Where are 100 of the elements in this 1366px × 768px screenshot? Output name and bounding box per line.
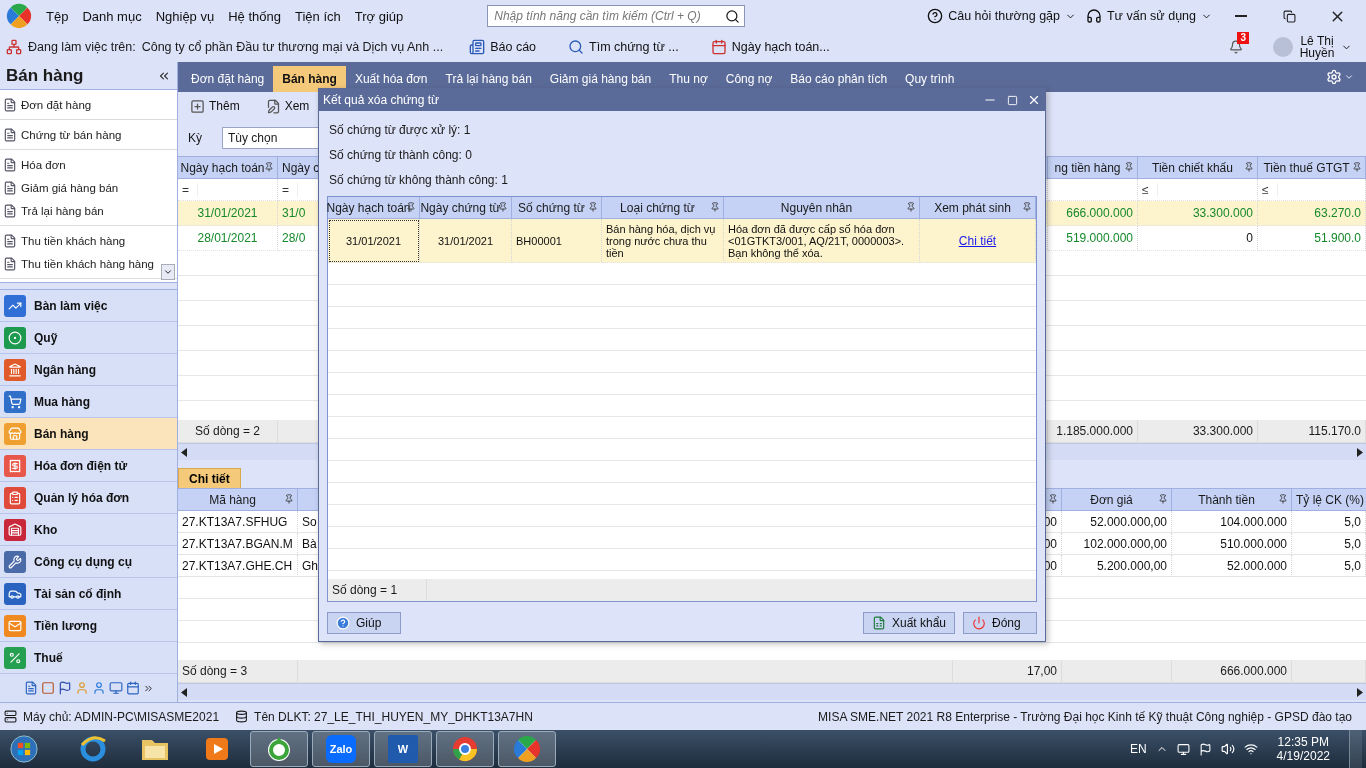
menu-item[interactable]: Tệp	[40, 4, 75, 28]
module-tab[interactable]: Thu nợ	[660, 66, 717, 92]
app-logo-icon[interactable]	[6, 3, 32, 29]
export-button[interactable]: Xuất khẩu	[862, 612, 955, 634]
module-item[interactable]: Ngân hàng	[0, 354, 177, 386]
pin-icon[interactable]	[1022, 202, 1032, 212]
toolbar-button[interactable]: Thêm	[184, 97, 246, 115]
shortcut-item[interactable]: Đơn đặt hàng	[0, 93, 177, 116]
module-item[interactable]: Kho	[0, 514, 177, 546]
flag-icon[interactable]	[1198, 742, 1212, 756]
filter-operator[interactable]: =	[282, 182, 298, 197]
column-header[interactable]: Ngày hạch toán	[178, 157, 278, 179]
help-button[interactable]: Giúp	[327, 612, 401, 634]
shortcut-item[interactable]: Giảm giá hàng bán	[0, 176, 177, 199]
signal-icon[interactable]	[1243, 742, 1258, 756]
filter-operator[interactable]: =	[182, 182, 198, 197]
module-item[interactable]: Quỹ	[0, 322, 177, 354]
module-tab[interactable]: Công nợ	[716, 66, 782, 92]
column-header[interactable]: Mã hàng	[178, 489, 298, 511]
language-indicator[interactable]: EN	[1129, 742, 1147, 756]
dropdown-button[interactable]	[161, 264, 175, 280]
column-header[interactable]: ng tiền hàng	[1048, 157, 1138, 179]
column-header[interactable]: Tiền chiết khấu	[1138, 157, 1258, 179]
pin-icon[interactable]	[1158, 494, 1168, 504]
pin-icon[interactable]	[264, 162, 274, 172]
taskbar-app-button[interactable]	[250, 731, 308, 767]
pin-icon[interactable]	[1124, 162, 1134, 172]
right-arrow-icon[interactable]	[1357, 447, 1363, 457]
detail-tab[interactable]: Chi tiết	[178, 468, 241, 488]
search-icon[interactable]	[725, 8, 741, 24]
pin-icon[interactable]	[1244, 162, 1254, 172]
toolbar-link[interactable]: Ngày hạch toán...	[704, 38, 836, 56]
module-tab[interactable]: Bán hàng	[273, 66, 346, 92]
search-field[interactable]: Nhập tính năng cần tìm kiếm (Ctrl + Q)	[487, 5, 746, 27]
column-header[interactable]: Thành tiền	[1172, 489, 1292, 511]
column-header[interactable]: Xem phát sinh	[920, 197, 1036, 219]
shortcut-item[interactable]: Thu tiền khách hàng hàng	[0, 252, 177, 275]
user-menu[interactable]: Lê Thị Huyền	[1273, 35, 1352, 59]
shortcut-item[interactable]: Thu tiền khách hàng	[0, 229, 177, 252]
toolbar-button[interactable]: Xem	[259, 97, 316, 115]
menu-item[interactable]: Tiện ích	[288, 4, 347, 28]
pin-icon[interactable]	[906, 202, 916, 212]
toolbar-link[interactable]: Tìm chứng từ ...	[562, 38, 685, 56]
filter-operator[interactable]: ≤	[1262, 182, 1278, 197]
shortcut-tool-icon[interactable]	[57, 681, 72, 695]
shortcut-item[interactable]: Trả lại hàng bán	[0, 199, 177, 222]
pin-icon[interactable]	[710, 202, 720, 212]
module-item[interactable]: Công cụ dụng cụ	[0, 546, 177, 578]
close-dialog-button[interactable]: Đóng	[963, 612, 1037, 634]
module-item[interactable]: Thuế	[0, 642, 177, 674]
module-tab[interactable]: Báo cáo phân tích	[781, 66, 897, 92]
module-item[interactable]: Tài sản cố định	[0, 578, 177, 610]
column-header[interactable]: Đơn giá	[1062, 489, 1172, 511]
left-arrow-icon[interactable]	[181, 687, 187, 697]
splitter-handle[interactable]	[0, 282, 177, 290]
menu-item[interactable]: Trợ giúp	[348, 4, 410, 28]
taskbar-app-button[interactable]	[436, 731, 494, 767]
column-header[interactable]: Nguyên nhân	[724, 197, 920, 219]
help-menu[interactable]: Câu hỏi thường gặp	[923, 8, 1080, 24]
shortcut-tool-icon[interactable]	[40, 681, 55, 695]
column-header[interactable]: Tỷ lệ CK (%)	[1292, 489, 1366, 511]
module-item[interactable]: Hóa đơn điện tử	[0, 450, 177, 482]
column-header[interactable]: Số chứng từ	[512, 197, 602, 219]
menu-item[interactable]: Nghiệp vụ	[149, 4, 221, 28]
clock[interactable]: 12:35 PM 4/19/2022	[1276, 735, 1330, 763]
help-menu[interactable]: Tư vấn sử dụng	[1082, 8, 1216, 24]
pin-icon[interactable]	[1278, 494, 1288, 504]
shortcut-tool-icon[interactable]	[91, 681, 106, 695]
column-header[interactable]: Tiền thuế GTGT	[1258, 157, 1366, 179]
filter-operator[interactable]: ≤	[1142, 182, 1158, 197]
pin-icon[interactable]	[1048, 494, 1058, 504]
shortcut-item[interactable]: Hóa đơn	[0, 153, 177, 176]
right-arrow-icon[interactable]	[1357, 687, 1363, 697]
left-arrow-icon[interactable]	[181, 447, 187, 457]
module-item[interactable]: Mua hàng	[0, 386, 177, 418]
menu-item[interactable]: Danh mục	[76, 4, 148, 28]
device-icon[interactable]	[1176, 742, 1190, 756]
toolbar-link[interactable]: Báo cáo	[463, 38, 543, 56]
pin-icon[interactable]	[588, 202, 598, 212]
notification-button[interactable]: 3	[1223, 34, 1249, 60]
pin-icon[interactable]	[284, 494, 294, 504]
module-tab[interactable]: Đơn đặt hàng	[182, 66, 274, 92]
show-desktop-button[interactable]	[1349, 730, 1362, 768]
table-row[interactable]: 31/01/2021 31/01/2021 BH00001 Bán hàng hóa, dịch vụ trong nước chưa thu tiền Hóa đơn đã được cấp số hóa đơn <01GTKT3/001, AQ/21T, 0000003>. Bạn không thể xóa. Chi tiết	[328, 219, 1036, 263]
module-tab[interactable]: Xuất hóa đơn	[345, 66, 437, 92]
column-header[interactable]: Ngày hạch toán	[328, 197, 420, 219]
module-tab[interactable]: Quy trình	[896, 66, 964, 92]
pin-icon[interactable]	[1352, 162, 1362, 172]
module-item[interactable]: Tiền lương	[0, 610, 177, 642]
volume-icon[interactable]	[1220, 742, 1235, 756]
shortcut-item[interactable]: Chứng từ bán hàng	[0, 123, 177, 146]
shortcut-tool-icon[interactable]	[23, 681, 38, 695]
taskbar-app-button[interactable]: W	[374, 731, 432, 767]
module-tab[interactable]: Giảm giá hàng bán	[540, 66, 661, 92]
column-header[interactable]: Ngày chứng từ	[420, 197, 512, 219]
menu-item[interactable]: Hệ thống	[222, 4, 287, 28]
detail-link[interactable]: Chi tiết	[958, 233, 997, 248]
shortcut-tool-icon[interactable]	[108, 681, 123, 695]
module-item[interactable]: Quản lý hóa đơn	[0, 482, 177, 514]
module-tab[interactable]: Trả lại hàng bán	[436, 66, 541, 92]
